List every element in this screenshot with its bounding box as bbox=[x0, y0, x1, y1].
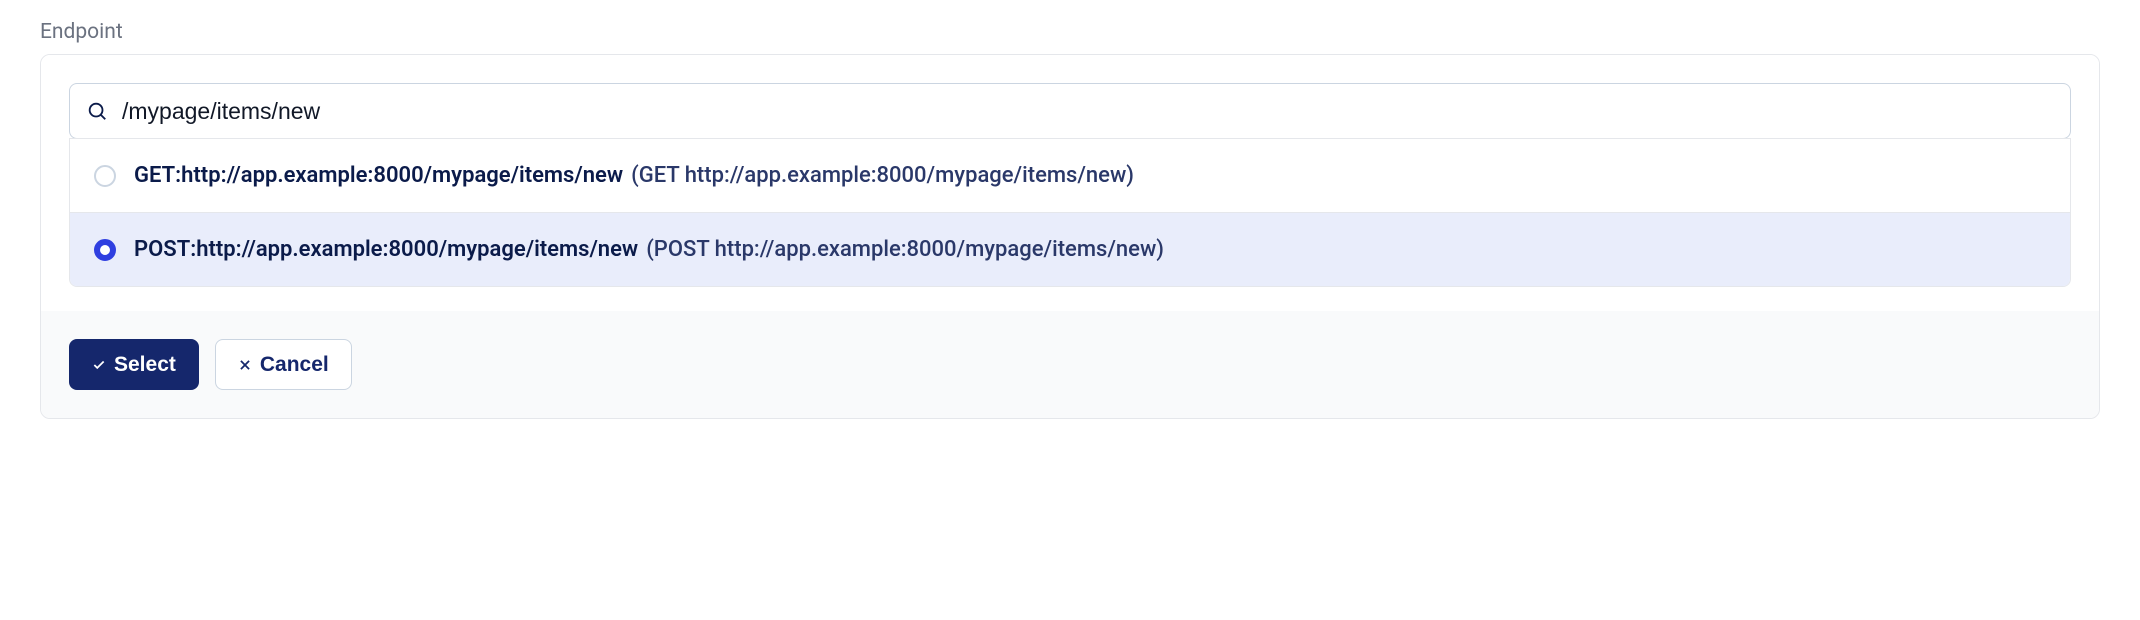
option-text: GET:http://app.example:8000/mypage/items… bbox=[134, 163, 1134, 188]
option-post[interactable]: POST:http://app.example:8000/mypage/item… bbox=[70, 212, 2070, 286]
option-text: POST:http://app.example:8000/mypage/item… bbox=[134, 237, 1164, 262]
option-main-label: GET:http://app.example:8000/mypage/items… bbox=[134, 163, 623, 188]
radio-icon bbox=[94, 239, 116, 261]
endpoint-panel: GET:http://app.example:8000/mypage/items… bbox=[40, 54, 2100, 419]
panel-top: GET:http://app.example:8000/mypage/items… bbox=[41, 55, 2099, 287]
field-label: Endpoint bbox=[40, 20, 2100, 44]
endpoint-search-input[interactable] bbox=[122, 98, 2054, 125]
cancel-button[interactable]: Cancel bbox=[215, 339, 352, 390]
option-hint-label: (POST http://app.example:8000/mypage/ite… bbox=[646, 237, 1164, 262]
close-icon bbox=[238, 358, 252, 372]
select-button-label: Select bbox=[114, 354, 176, 375]
check-icon bbox=[92, 358, 106, 372]
options-list: GET:http://app.example:8000/mypage/items… bbox=[69, 138, 2071, 287]
radio-icon bbox=[94, 165, 116, 187]
search-icon bbox=[86, 100, 108, 122]
option-main-label: POST:http://app.example:8000/mypage/item… bbox=[134, 237, 638, 262]
search-wrap bbox=[69, 83, 2071, 139]
cancel-button-label: Cancel bbox=[260, 354, 329, 375]
option-get[interactable]: GET:http://app.example:8000/mypage/items… bbox=[70, 139, 2070, 212]
select-button[interactable]: Select bbox=[69, 339, 199, 390]
option-hint-label: (GET http://app.example:8000/mypage/item… bbox=[631, 163, 1134, 188]
actions-bar: Select Cancel bbox=[41, 311, 2099, 418]
